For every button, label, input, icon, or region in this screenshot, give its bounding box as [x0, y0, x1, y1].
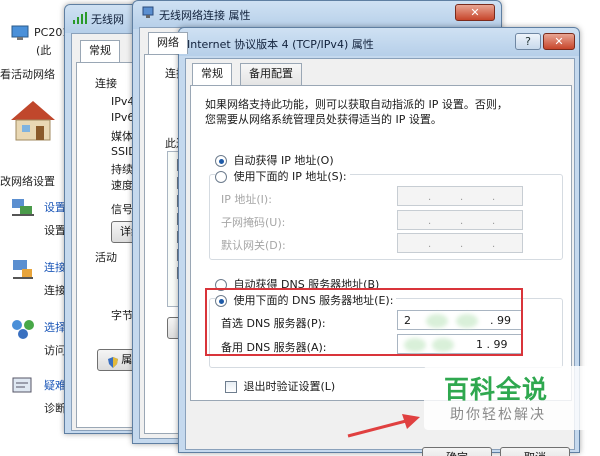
connection-section-label: 连接: [95, 77, 117, 90]
computer-subtitle: (此: [36, 44, 52, 57]
cp-item-desc-2: 连接: [44, 284, 66, 297]
properties-close-button[interactable]: ✕: [455, 4, 495, 21]
watermark-title: 百科全说: [444, 375, 549, 404]
ok-button[interactable]: 确定: [422, 447, 492, 456]
manual-ip-radio-row[interactable]: 使用下面的 IP 地址(S):: [215, 168, 350, 184]
validate-on-exit-row[interactable]: 退出时验证设置(L): [225, 378, 335, 394]
validate-on-exit-checkbox[interactable]: [225, 381, 237, 393]
ipv4-tab-alternate[interactable]: 备用配置: [240, 63, 302, 85]
auto-ip-radio[interactable]: [215, 155, 227, 167]
bytes-label: 字节: [111, 309, 133, 322]
watermark-subtitle: 助你轻松解决: [450, 407, 546, 423]
help-button[interactable]: ?: [515, 33, 541, 50]
auto-ip-radio-row[interactable]: 自动获得 IP 地址(O): [215, 152, 334, 168]
status-row-duration: 持续: [111, 163, 133, 176]
status-row-ipv6: IPv6: [111, 111, 135, 124]
view-active-networks-label: 看活动网络: [0, 68, 55, 81]
ipv4-tab-general[interactable]: 常规: [192, 63, 232, 85]
network-setup-icon: [10, 195, 36, 219]
ipv4-dialog-title: Internet 协议版本 4 (TCP/IPv4) 属性: [187, 38, 374, 51]
cp-item-link-3[interactable]: 选择: [44, 319, 66, 335]
computer-icon: [10, 24, 32, 42]
default-gateway-field[interactable]: ...: [397, 233, 523, 253]
status-row-speed: 速度: [111, 179, 133, 192]
connect-network-icon: [10, 257, 36, 281]
manual-ip-radio[interactable]: [215, 171, 227, 183]
network-adapter-icon: [141, 6, 155, 20]
properties-window-title: 无线网络连接 属性: [159, 9, 251, 22]
ipv4-description-line2: 您需要从网络系统管理员处获得适当的 IP 设置。: [205, 113, 442, 126]
change-network-settings-link[interactable]: 改网络设置: [0, 173, 55, 189]
cp-item-link-2[interactable]: 连接: [44, 259, 66, 275]
signal-bars-icon: [73, 12, 87, 24]
manual-ip-label: 使用下面的 IP 地址(S):: [233, 170, 347, 183]
home-network-icon: [8, 98, 58, 142]
troubleshoot-icon: [10, 375, 36, 399]
cp-item-link-1[interactable]: 设置: [44, 199, 66, 215]
properties-button-label: 属: [121, 353, 133, 366]
properties-tab-networking[interactable]: 网络: [148, 32, 188, 54]
auto-ip-label: 自动获得 IP 地址(O): [233, 154, 334, 167]
cp-item-desc-1: 设置: [44, 224, 66, 237]
ip-address-label: IP 地址(I):: [221, 193, 272, 206]
ipv4-general-panel: 如果网络支持此功能，则可以获取自动指派的 IP 设置。否则， 您需要从网络系统管…: [190, 85, 572, 401]
subnet-mask-label: 子网掩码(U):: [221, 216, 286, 229]
default-gateway-label: 默认网关(D):: [221, 239, 286, 252]
status-window-title: 无线网: [91, 13, 124, 26]
status-tab-general[interactable]: 常规: [80, 40, 120, 62]
ipv4-description-line1: 如果网络支持此功能，则可以获取自动指派的 IP 设置。否则，: [205, 98, 508, 111]
validate-on-exit-label: 退出时验证设置(L): [243, 380, 336, 393]
homegroup-icon: [10, 317, 36, 341]
dns-highlight-box: [205, 288, 523, 356]
cancel-button[interactable]: 取消: [500, 447, 570, 456]
cp-item-desc-4: 诊断: [44, 402, 66, 415]
ipv4-close-button[interactable]: ✕: [543, 33, 575, 50]
subnet-mask-field[interactable]: ...: [397, 210, 523, 230]
cp-item-link-4[interactable]: 疑难: [44, 377, 66, 393]
cp-item-desc-3: 访问: [44, 344, 66, 357]
signal-quality-label: 信号: [111, 203, 133, 216]
watermark: 百科全说 助你轻松解决: [424, 366, 594, 430]
pointer-arrow: [344, 412, 424, 440]
ip-address-field[interactable]: ...: [397, 186, 523, 206]
activity-label: 活动: [95, 251, 117, 264]
status-row-ipv4: IPv4: [111, 95, 135, 108]
shield-icon: [107, 355, 118, 368]
status-row-media: 媒体: [111, 130, 133, 143]
